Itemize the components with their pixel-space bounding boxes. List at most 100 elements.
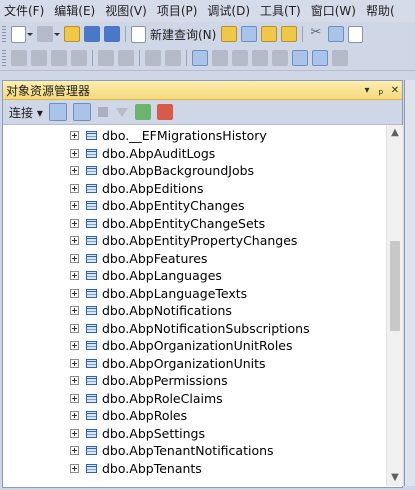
expand-plus-icon[interactable] [70,341,79,350]
query-options-icon[interactable] [51,50,67,66]
expand-plus-icon[interactable] [70,358,79,368]
expand-plus-icon[interactable] [70,306,79,315]
tree-node-table[interactable]: dbo.AbpEntityChangeSets [3,215,386,233]
tree-node-table[interactable]: dbo.AbpOrganizationUnits [3,355,386,373]
new-project-icon[interactable] [11,25,26,43]
expand-plus-icon[interactable] [70,323,79,333]
more-tools-icon[interactable] [332,50,348,66]
pin-icon[interactable]: ₚ [374,83,388,97]
panel-dropdown-icon[interactable]: ▾ [360,85,374,96]
toolbar-grip[interactable] [2,26,6,42]
menu-debug[interactable]: 调试(D) [203,0,254,22]
expand-plus-icon[interactable] [70,166,79,175]
paste-icon[interactable] [348,25,364,43]
vertical-scrollbar[interactable]: ▲ ▼ [386,125,403,486]
expand-plus-icon[interactable] [70,201,79,210]
table-icon [86,341,97,350]
summary-icon[interactable] [156,104,173,120]
toolbar-separator [92,50,93,66]
tree-node-table[interactable]: dbo.AbpSettings [3,425,386,443]
tree-node-table[interactable]: dbo.AbpEditions [3,180,386,198]
tree-node-label: dbo.AbpEntityChangeSets [102,215,266,231]
uncomment-icon[interactable] [165,50,181,66]
parse-icon[interactable] [31,50,47,66]
scroll-up-arrow-icon[interactable]: ▲ [387,125,403,141]
refresh-icon[interactable] [134,104,151,120]
expand-plus-icon[interactable] [70,271,79,280]
tree-node-label: dbo.AbpRoles [102,408,188,423]
tree-node-table[interactable]: dbo.AbpBackgroundJobs [3,162,386,180]
dmx-query-icon[interactable] [281,26,298,42]
tree-node-table[interactable]: dbo.AbpEntityChanges [3,197,386,215]
expand-plus-icon[interactable] [70,411,79,420]
solution-explorer-icon[interactable] [292,50,308,66]
decrease-indent-icon[interactable] [98,50,114,66]
expand-plus-icon[interactable] [70,376,79,385]
menu-window[interactable]: 窗口(W) [307,0,360,22]
tree-node-table[interactable]: dbo.AbpLanguageTexts [3,285,386,303]
close-icon[interactable]: ✕ [388,85,402,96]
expand-plus-icon[interactable] [70,236,79,245]
menu-file[interactable]: 文件(F) [0,0,48,22]
save-icon[interactable] [84,26,100,42]
results-to-grid-icon[interactable] [192,50,208,66]
tree-node-table[interactable]: dbo.AbpLanguages [3,267,386,285]
scrollbar-thumb[interactable] [390,241,400,332]
tree-node-table[interactable]: dbo.AbpPermissions [3,372,386,390]
expand-plus-icon[interactable] [70,218,79,228]
save-all-icon[interactable] [104,26,120,42]
intellisense-icon[interactable] [71,50,87,66]
connect-object-explorer-icon[interactable] [48,103,67,121]
menu-view[interactable]: 视图(V) [101,0,151,22]
clear-bookmarks-icon[interactable] [272,50,288,66]
expand-plus-icon[interactable] [70,463,79,473]
comment-icon[interactable] [145,50,161,66]
scroll-down-arrow-icon[interactable]: ▼ [387,470,403,486]
expand-plus-icon[interactable] [70,393,79,403]
tree-node-table[interactable]: dbo.AbpTenantNotifications [3,442,386,460]
tree-node-table[interactable]: dbo.AbpRoleClaims [3,390,386,408]
tree-node-table[interactable]: dbo.AbpNotifications [3,302,386,320]
add-item-dropdown-icon[interactable] [54,32,60,36]
expand-plus-icon[interactable] [70,253,79,263]
mdx-query-icon[interactable] [261,26,278,42]
connect-button[interactable]: 连接 ▾ [9,104,43,121]
expand-plus-icon[interactable] [70,131,79,140]
new-project-dropdown-icon[interactable] [27,32,33,36]
database-engine-query-icon[interactable] [221,26,238,42]
new-query-icon[interactable] [131,25,146,43]
menu-tools[interactable]: 工具(T) [256,0,305,22]
disconnect-icon[interactable] [72,103,91,121]
expand-plus-icon[interactable] [70,446,79,455]
expand-plus-icon[interactable] [70,183,79,193]
new-query-button[interactable]: 新建查询(N) [150,26,216,43]
copy-icon[interactable] [328,26,345,42]
tree-node-label: dbo.AbpEditions [102,180,204,196]
menu-help[interactable]: 帮助( [362,0,399,22]
analysis-query-icon[interactable] [241,26,258,42]
tree-node-table[interactable]: dbo.AbpNotificationSubscriptions [3,320,386,338]
properties-icon[interactable] [312,50,328,66]
next-bookmark-icon[interactable] [252,50,268,66]
toolbar-grip[interactable] [2,50,6,66]
tree-node-table[interactable]: dbo.AbpOrganizationUnitRoles [3,337,386,355]
expand-plus-icon[interactable] [70,148,79,158]
tree-node-table[interactable]: dbo.AbpEntityPropertyChanges [3,232,386,250]
tree-node-table[interactable]: dbo.__EFMigrationsHistory [3,127,386,145]
increase-indent-icon[interactable] [118,50,134,66]
add-item-icon[interactable] [37,26,53,42]
tree-node-table[interactable]: dbo.AbpTenants [3,460,386,478]
execute-icon[interactable] [11,50,27,66]
expand-plus-icon[interactable] [70,428,79,438]
menu-edit[interactable]: 编辑(E) [50,0,99,22]
toolbar-separator [302,26,304,42]
expand-plus-icon[interactable] [70,288,79,298]
tree-node-table[interactable]: dbo.AbpFeatures [3,250,386,268]
open-folder-icon[interactable] [64,26,80,42]
tree-node-table[interactable]: dbo.AbpRoles [3,407,386,425]
tree-node-table[interactable]: dbo.AbpAuditLogs [3,145,386,163]
bookmark-icon[interactable] [212,50,228,66]
menu-project[interactable]: 项目(P) [153,0,202,22]
cut-icon[interactable] [308,25,324,42]
prev-bookmark-icon[interactable] [232,50,248,66]
